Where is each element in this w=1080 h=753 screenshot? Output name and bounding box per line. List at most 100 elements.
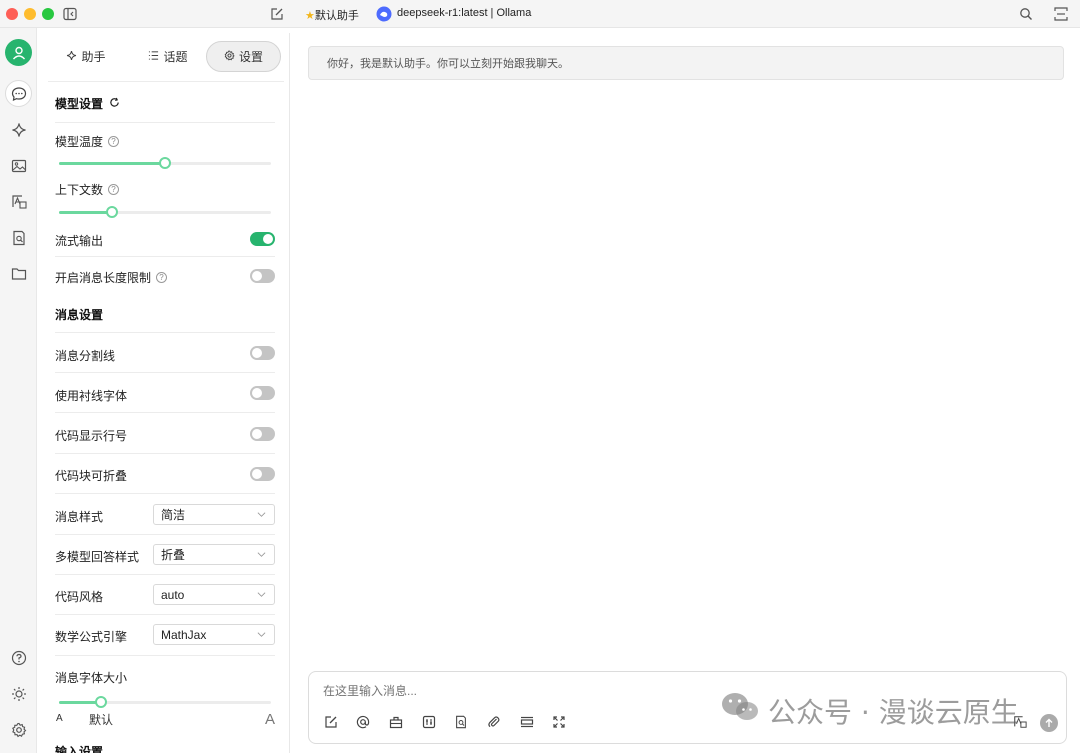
help-icon[interactable]: [5, 644, 32, 671]
sliders-icon[interactable]: [421, 714, 437, 730]
message-divider-toggle[interactable]: [250, 346, 275, 360]
slider-thumb[interactable]: [95, 696, 108, 708]
sparkle-icon: [66, 50, 77, 64]
wechat-icon: [720, 690, 760, 731]
max-length-label: 开启消息长度限制 ?: [55, 269, 168, 286]
message-style-label: 消息样式: [55, 510, 104, 524]
sparkle-icon[interactable]: [5, 116, 32, 143]
row-divider: [55, 453, 275, 454]
collapsible-code-toggle[interactable]: [250, 467, 275, 481]
help-icon[interactable]: ?: [156, 272, 168, 283]
row-divider: [55, 574, 275, 575]
section-divider: [55, 332, 275, 333]
section-divider: [55, 122, 275, 123]
math-engine-label: 数学公式引擎: [55, 630, 128, 644]
model-settings-title: 模型设置: [55, 95, 120, 112]
message-input[interactable]: [323, 684, 623, 698]
row-divider: [55, 614, 275, 615]
code-style-label: 代码风格: [55, 590, 104, 604]
clear-context-icon[interactable]: [519, 714, 535, 730]
translate-icon[interactable]: [5, 188, 32, 215]
settings-gear-icon[interactable]: [5, 716, 32, 743]
search-icon[interactable]: [1017, 5, 1035, 23]
line-numbers-label: 代码显示行号: [55, 429, 128, 443]
stream-output-toggle[interactable]: [250, 232, 275, 246]
font-size-large-mark: A: [265, 711, 276, 728]
assistant-name[interactable]: ★默认助手: [305, 7, 359, 23]
message-settings-title: 消息设置: [55, 308, 104, 322]
slider-thumb[interactable]: [106, 206, 118, 218]
help-icon[interactable]: ?: [108, 136, 120, 147]
watermark: 公众号 · 漫谈云原生: [720, 690, 1019, 731]
model-label[interactable]: deepseek-r1:latest | Ollama: [397, 7, 531, 19]
message-style-select[interactable]: 简洁: [153, 504, 275, 525]
maximize-window-button[interactable]: [42, 8, 54, 20]
reset-icon[interactable]: [109, 97, 120, 111]
tab-topics[interactable]: 话题: [138, 41, 198, 72]
code-style-select[interactable]: auto: [153, 584, 275, 605]
arrow-up-icon: [1045, 718, 1053, 727]
panel-tabs: 助手 话题 设置: [48, 40, 284, 74]
slider-thumb[interactable]: [159, 157, 171, 169]
multi-model-style-select[interactable]: 折叠: [153, 544, 275, 565]
knowledge-search-icon[interactable]: [453, 714, 469, 730]
font-size-default-mark: 默认: [89, 713, 114, 727]
temperature-label: 模型温度 ?: [55, 133, 120, 150]
image-icon[interactable]: [5, 152, 32, 179]
left-rail: [0, 28, 37, 753]
gear-icon: [224, 50, 235, 64]
context-slider[interactable]: [59, 206, 271, 218]
chat-area: 你好，我是默认助手。你可以立刻开始跟我聊天。: [291, 33, 1080, 753]
context-label: 上下文数 ?: [55, 181, 120, 198]
font-size-label: 消息字体大小: [55, 671, 128, 685]
help-icon[interactable]: ?: [108, 184, 120, 195]
math-engine-select[interactable]: MathJax: [153, 624, 275, 645]
row-divider: [55, 412, 275, 413]
row-divider: [55, 493, 275, 494]
chat-icon[interactable]: [5, 80, 32, 107]
row-divider: [55, 256, 275, 257]
tabs-divider: [48, 81, 284, 82]
edit-icon[interactable]: [268, 5, 286, 23]
theme-sun-icon[interactable]: [5, 680, 32, 707]
collapsible-code-label: 代码块可折叠: [55, 469, 128, 483]
mention-icon[interactable]: [355, 714, 371, 730]
settings-panel: 助手 话题 设置 模型设置 模型温度 ? 上下文数 ? 流式输出 开启消息长度限…: [42, 33, 290, 753]
slider-fill: [59, 211, 112, 214]
sidebar-toggle-icon[interactable]: [61, 5, 79, 23]
close-window-button[interactable]: [6, 8, 18, 20]
minimize-window-button[interactable]: [24, 8, 36, 20]
document-search-icon[interactable]: [5, 224, 32, 251]
multi-model-style-label: 多模型回答样式: [55, 550, 140, 564]
avatar[interactable]: [5, 39, 32, 66]
chevron-down-icon: [257, 552, 266, 557]
line-numbers-toggle[interactable]: [250, 427, 275, 441]
tab-settings[interactable]: 设置: [206, 41, 281, 72]
fullscreen-icon[interactable]: [551, 714, 567, 730]
chevron-down-icon: [257, 592, 266, 597]
font-size-slider[interactable]: [59, 696, 271, 708]
row-divider: [55, 372, 275, 373]
list-icon: [148, 50, 159, 64]
row-divider: [55, 655, 275, 656]
stream-output-label: 流式输出: [55, 234, 104, 248]
toolbox-icon[interactable]: [388, 714, 404, 730]
expand-icon[interactable]: [1052, 5, 1070, 23]
row-divider: [55, 534, 275, 535]
attachment-icon[interactable]: [486, 714, 502, 730]
deepseek-logo-icon: [375, 5, 393, 23]
new-topic-icon[interactable]: [323, 714, 339, 730]
message-divider-label: 消息分割线: [55, 349, 116, 363]
slider-fill: [59, 162, 165, 165]
serif-font-label: 使用衬线字体: [55, 389, 128, 403]
max-length-toggle[interactable]: [250, 269, 275, 283]
chevron-down-icon: [257, 512, 266, 517]
temperature-slider[interactable]: [59, 157, 271, 169]
serif-font-toggle[interactable]: [250, 386, 275, 400]
send-button[interactable]: [1040, 714, 1058, 732]
tab-assistants[interactable]: 助手: [56, 41, 116, 72]
folder-icon[interactable]: [5, 260, 32, 287]
greeting-message: 你好，我是默认助手。你可以立刻开始跟我聊天。: [308, 46, 1064, 80]
chevron-down-icon: [257, 632, 266, 637]
star-icon: ★: [305, 10, 315, 22]
